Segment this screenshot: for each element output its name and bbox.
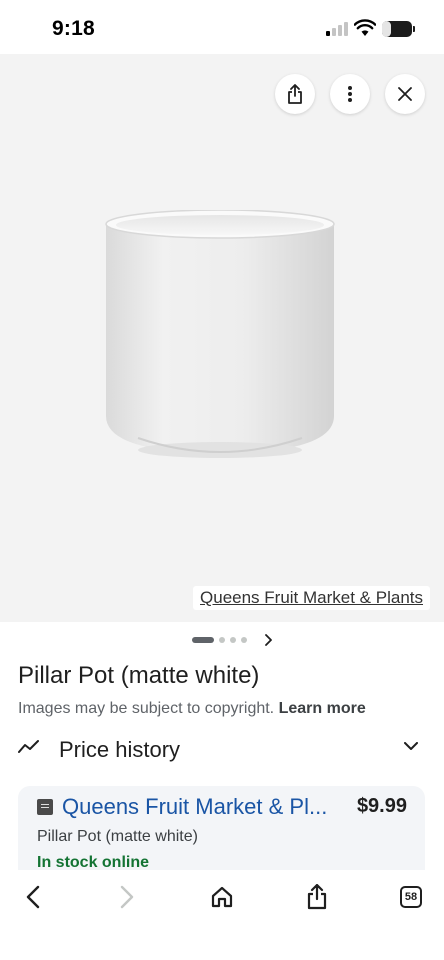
share-button[interactable] [275, 74, 315, 114]
learn-more-link[interactable]: Learn more [279, 700, 366, 717]
carousel-dot[interactable] [230, 637, 236, 643]
chevron-down-icon[interactable] [404, 742, 418, 751]
home-icon [211, 886, 233, 908]
forward-button[interactable] [112, 882, 142, 912]
image-source-link[interactable]: Queens Fruit Market & Plants [193, 586, 430, 610]
price-history-label: Price history [59, 737, 181, 762]
product-image [105, 210, 335, 458]
offer-price: $9.99 [356, 795, 407, 817]
copyright-text: Images may be subject to copyright. [18, 700, 275, 717]
back-icon [26, 885, 40, 909]
share-icon [288, 84, 302, 104]
more-vert-icon [348, 86, 352, 102]
status-time: 9:18 [52, 17, 95, 40]
copyright-note: Images may be subject to copyright. Lear… [18, 700, 366, 718]
cellular-signal-icon [326, 22, 348, 36]
chevron-right-icon[interactable] [264, 634, 272, 646]
carousel-dot[interactable] [219, 637, 225, 643]
trending-icon [18, 740, 39, 753]
more-options-button[interactable] [330, 74, 370, 114]
home-button[interactable] [207, 882, 237, 912]
forward-icon [120, 885, 134, 909]
battery-icon: 31 [382, 21, 415, 37]
carousel-dot-active[interactable] [192, 637, 214, 643]
close-button[interactable] [385, 74, 425, 114]
image-viewer[interactable]: Queens Fruit Market & Plants [0, 54, 444, 622]
back-button[interactable] [18, 882, 48, 912]
share-page-button[interactable] [302, 882, 332, 912]
status-bar: 9:18 31 [0, 0, 444, 54]
browser-toolbar: 58 [0, 870, 444, 960]
battery-percent: 31 [390, 23, 404, 35]
product-title: Pillar Pot (matte white) [18, 662, 260, 689]
tabs-icon: 58 [400, 886, 422, 908]
price-history-row[interactable]: Price history [0, 724, 444, 774]
carousel-indicator[interactable] [192, 632, 272, 648]
store-favicon-icon [37, 799, 53, 815]
offer-product-name: Pillar Pot (matte white) [37, 828, 198, 845]
wifi-icon [354, 19, 376, 36]
tabs-button[interactable]: 58 [396, 882, 426, 912]
share-icon [307, 884, 327, 910]
store-name-link[interactable]: Queens Fruit Market & Pl... [62, 794, 327, 820]
close-icon [398, 87, 412, 101]
carousel-dot[interactable] [241, 637, 247, 643]
